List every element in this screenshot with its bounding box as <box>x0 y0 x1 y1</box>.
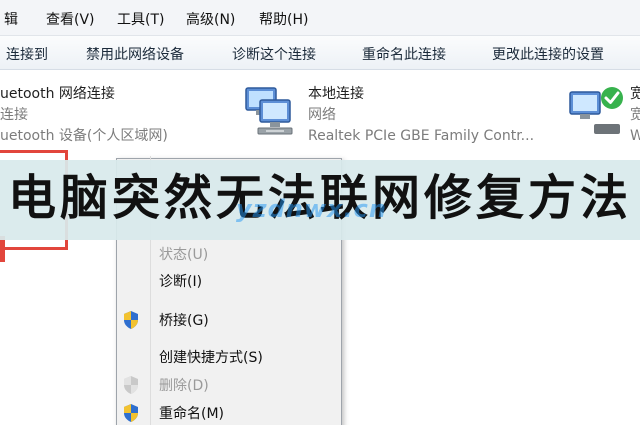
context-item-delete[interactable]: 删除(D) <box>159 375 209 395</box>
menu-advanced[interactable]: 高级(N) <box>186 9 235 29</box>
menu-edit[interactable]: 辑 <box>4 9 18 29</box>
context-item-status[interactable]: 状态(U) <box>159 244 208 264</box>
change-settings-button[interactable]: 更改此连接的设置 <box>492 44 604 64</box>
connection-device: uetooth 设备(个人区域网) <box>0 128 168 144</box>
menu-tools[interactable]: 工具(T) <box>117 9 164 29</box>
connection-name: 宽 <box>630 86 640 102</box>
context-item-rename[interactable]: 重命名(M) <box>159 403 224 423</box>
connection-name: uetooth 网络连接 <box>0 86 115 102</box>
connection-status: 网络 <box>308 107 336 123</box>
context-item-bridge[interactable]: 桥接(G) <box>159 310 209 330</box>
connection-device: Realtek PCIe GBE Family Contr... <box>308 128 535 144</box>
disable-device-button[interactable]: 禁用此网络设备 <box>86 44 184 64</box>
rename-button[interactable]: 重命名此连接 <box>362 44 446 64</box>
menu-view[interactable]: 查看(V) <box>46 9 95 29</box>
broadband-connection[interactable]: 宽 宽 W <box>630 84 640 147</box>
connection-name: 本地连接 <box>308 86 364 102</box>
shield-icon <box>124 404 138 422</box>
local-connection[interactable]: 本地连接 网络 Realtek PCIe GBE Family Contr... <box>308 84 534 147</box>
broadband-connection-icon <box>569 87 623 134</box>
shield-icon <box>124 376 138 394</box>
shield-icon <box>124 311 138 329</box>
diagnose-button[interactable]: 诊断这个连接 <box>232 44 316 64</box>
connection-status: 连接 <box>0 107 28 123</box>
menu-help[interactable]: 帮助(H) <box>259 9 308 29</box>
menu-bar: 辑 查看(V) 工具(T) 高级(N) 帮助(H) <box>0 0 640 36</box>
command-toolbar: 连接到 禁用此网络设备 诊断这个连接 重命名此连接 更改此连接的设置 <box>0 36 640 70</box>
site-watermark: yzdnwx.cn <box>236 195 387 223</box>
connect-to-button[interactable]: 连接到 <box>6 44 48 64</box>
connection-status: 宽 <box>630 107 640 123</box>
bluetooth-connection[interactable]: uetooth 网络连接 连接 uetooth 设备(个人区域网) <box>0 84 168 147</box>
context-item-diagnose[interactable]: 诊断(I) <box>159 271 202 291</box>
context-item-create-shortcut[interactable]: 创建快捷方式(S) <box>159 347 263 367</box>
network-computers-icon <box>245 87 293 135</box>
connection-device: W <box>630 128 640 144</box>
